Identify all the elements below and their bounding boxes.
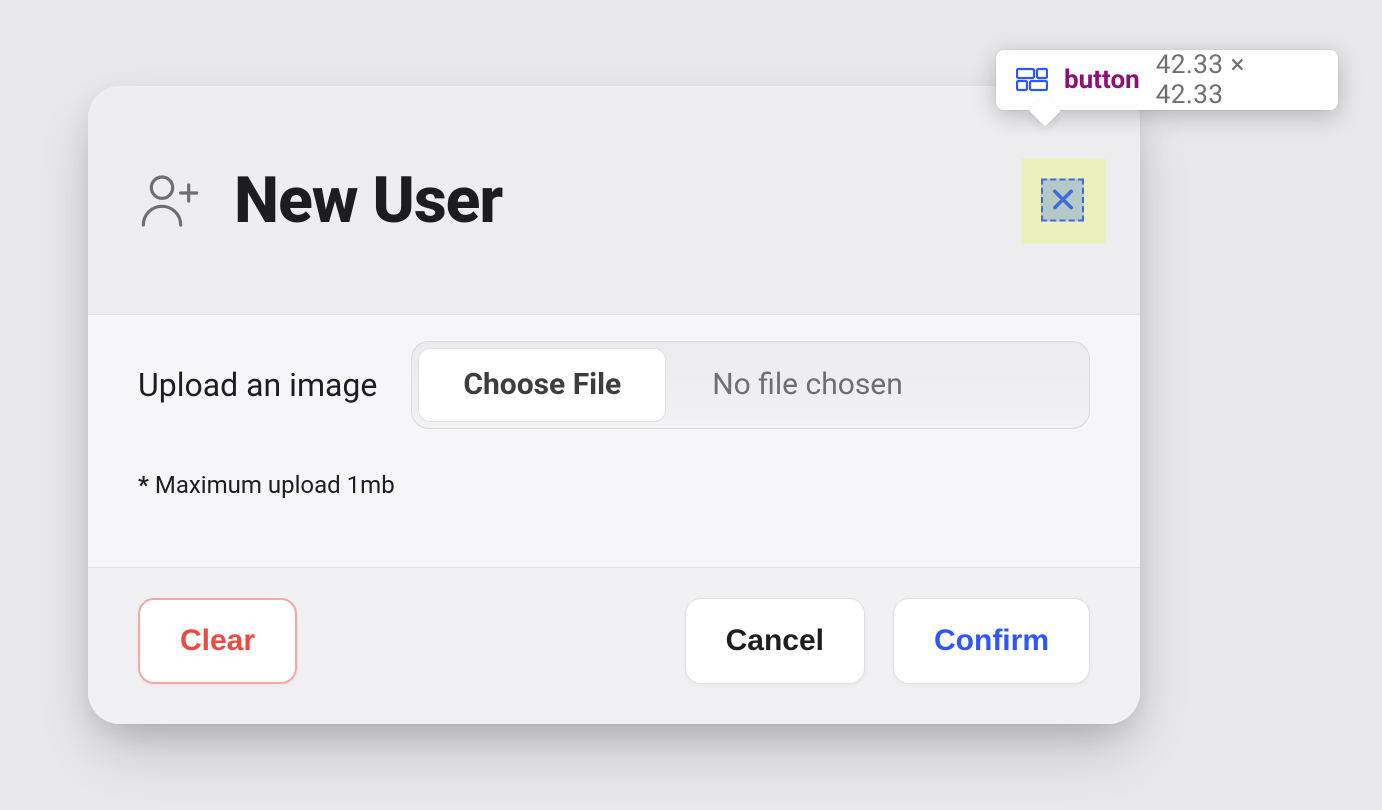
- cancel-button[interactable]: Cancel: [685, 598, 865, 684]
- upload-label: Upload an image: [138, 366, 377, 404]
- tooltip-dimensions: 42.33 × 42.33: [1156, 50, 1318, 110]
- file-input[interactable]: Choose File No file chosen: [411, 341, 1090, 429]
- new-user-dialog: New User Upload an image Choose File No …: [88, 86, 1140, 724]
- devtools-tooltip: button 42.33 × 42.33: [996, 50, 1338, 110]
- hint-asterisk: *: [138, 471, 149, 499]
- file-status: No file chosen: [672, 342, 1089, 428]
- dialog-footer: Clear Cancel Confirm: [88, 568, 1140, 724]
- dialog-title: New User: [234, 169, 502, 233]
- tooltip-tag: button: [1064, 65, 1140, 95]
- upload-hint: * Maximum upload 1mb: [138, 471, 1090, 499]
- close-button[interactable]: [1041, 178, 1084, 221]
- hint-text: Maximum upload 1mb: [149, 471, 395, 499]
- add-user-icon: [138, 169, 202, 233]
- dialog-header: New User: [88, 86, 1140, 314]
- upload-row: Upload an image Choose File No file chos…: [138, 341, 1090, 429]
- clear-button[interactable]: Clear: [138, 598, 297, 684]
- confirm-button[interactable]: Confirm: [893, 598, 1090, 684]
- dialog-body: Upload an image Choose File No file chos…: [88, 314, 1140, 568]
- flex-icon: [1016, 67, 1048, 93]
- choose-file-button[interactable]: Choose File: [418, 348, 666, 422]
